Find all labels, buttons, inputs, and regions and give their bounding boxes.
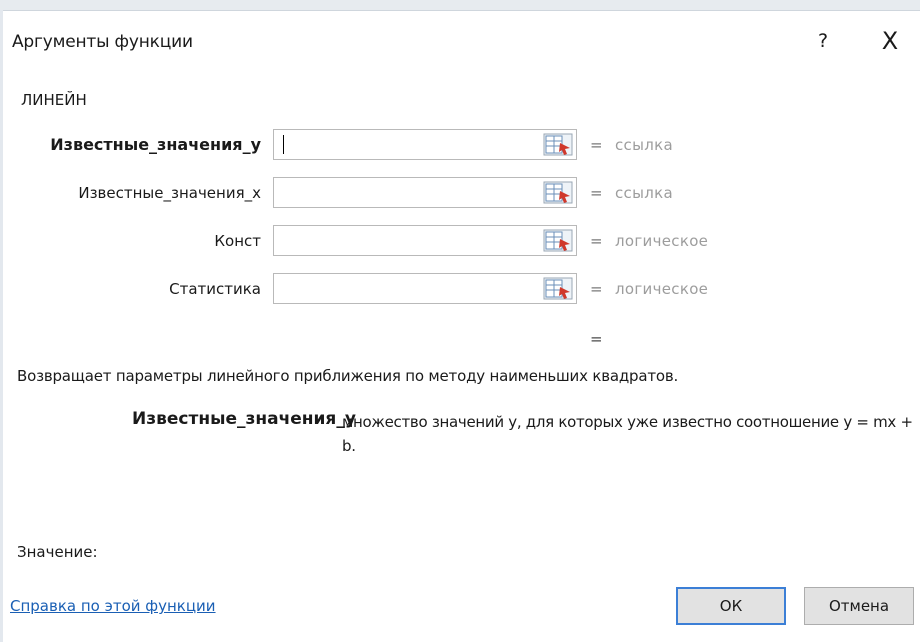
arg-help-name: Известные_значения_у (132, 409, 356, 429)
dialog-title: Аргументы функции (12, 32, 193, 52)
ok-button[interactable]: ОК (676, 587, 786, 625)
arg-eq-known-y: = (590, 136, 603, 154)
arg-label-stats: Статистика (169, 280, 261, 298)
value-label: Значение: (17, 543, 98, 561)
arg-eval-stats: логическое (615, 280, 709, 298)
arg-label-const: Конст (214, 232, 261, 250)
arg-eval-known-x: ссылка (615, 184, 673, 202)
close-button[interactable]: X (878, 28, 902, 54)
range-select-icon[interactable] (543, 133, 573, 156)
cancel-button[interactable]: Отмена (804, 587, 914, 625)
arg-eval-const: логическое (615, 232, 709, 250)
spreadsheet-background-strip (0, 0, 920, 11)
arg-eq-const: = (590, 232, 603, 250)
arg-eq-known-x: = (590, 184, 603, 202)
arg-input-known-y[interactable] (273, 129, 577, 160)
known-y-field[interactable] (274, 130, 536, 159)
function-help-link[interactable]: Справка по этой функции (10, 597, 216, 615)
function-arguments-dialog: Аргументы функции ? X ЛИНЕЙН Известные_з… (0, 0, 920, 642)
text-caret (283, 135, 284, 154)
stats-field[interactable] (274, 274, 536, 303)
range-select-icon[interactable] (543, 229, 573, 252)
function-name: ЛИНЕЙН (21, 91, 87, 109)
help-button[interactable]: ? (812, 28, 834, 54)
arg-input-const[interactable] (273, 225, 577, 256)
arg-input-known-x[interactable] (273, 177, 577, 208)
arg-eval-known-y: ссылка (615, 136, 673, 154)
range-select-icon[interactable] (543, 277, 573, 300)
arg-eq-stats: = (590, 280, 603, 298)
arg-help-text: множество значений y, для которых уже из… (342, 413, 913, 455)
dialog-left-edge (0, 10, 3, 642)
formula-result-eq: = (590, 330, 603, 348)
known-x-field[interactable] (274, 178, 536, 207)
arg-label-known-x: Известные_значения_х (78, 184, 261, 202)
const-field[interactable] (274, 226, 536, 255)
function-description: Возвращает параметры линейного приближен… (17, 367, 679, 385)
range-select-icon[interactable] (543, 181, 573, 204)
arg-label-known-y: Известные_значения_у (50, 135, 261, 154)
arg-input-stats[interactable] (273, 273, 577, 304)
